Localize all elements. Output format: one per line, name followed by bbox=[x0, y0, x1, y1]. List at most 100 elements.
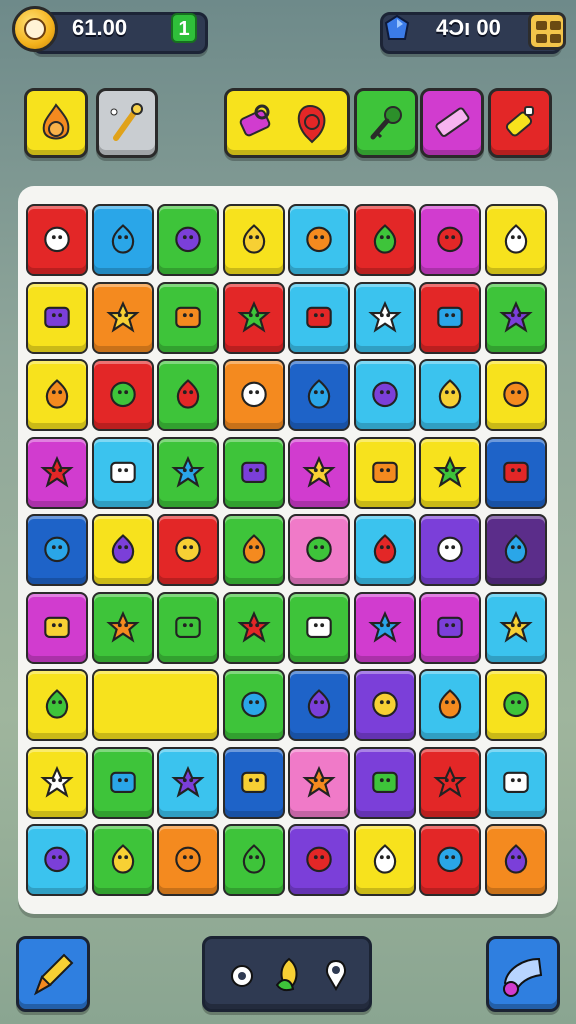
tile[interactable] bbox=[222, 281, 285, 354]
tile[interactable] bbox=[26, 204, 88, 276]
tile[interactable] bbox=[91, 514, 154, 586]
sun-gear-icon bbox=[242, 844, 265, 874]
tile[interactable] bbox=[157, 359, 219, 431]
tile[interactable] bbox=[484, 359, 547, 431]
box-icon bbox=[111, 224, 134, 254]
tool-wand[interactable] bbox=[96, 88, 158, 158]
tile[interactable] bbox=[484, 436, 547, 509]
menu-button[interactable] bbox=[528, 12, 566, 50]
tile[interactable] bbox=[419, 746, 481, 819]
tool-key[interactable] bbox=[354, 88, 418, 158]
tile[interactable] bbox=[157, 746, 219, 819]
tile[interactable] bbox=[484, 591, 547, 664]
game-board bbox=[18, 186, 558, 914]
tile[interactable] bbox=[484, 204, 547, 276]
tile[interactable] bbox=[288, 746, 350, 819]
tool-flame-pot[interactable] bbox=[24, 88, 88, 158]
card-icon bbox=[367, 610, 402, 643]
tile[interactable] bbox=[353, 281, 416, 354]
tile[interactable] bbox=[288, 281, 350, 354]
tile[interactable] bbox=[91, 746, 154, 819]
ghost-icon bbox=[236, 300, 271, 333]
tile[interactable] bbox=[288, 514, 350, 586]
coins-value: 61.00 bbox=[72, 15, 128, 40]
tile[interactable] bbox=[91, 436, 154, 509]
tile[interactable] bbox=[26, 591, 88, 664]
tile[interactable] bbox=[222, 591, 285, 664]
card-icon bbox=[175, 536, 201, 563]
tile[interactable] bbox=[26, 359, 88, 431]
tile[interactable] bbox=[157, 514, 219, 586]
leaf-icon bbox=[45, 379, 69, 409]
pin-icon bbox=[44, 846, 70, 873]
tile[interactable] bbox=[353, 591, 416, 664]
tile[interactable] bbox=[419, 669, 481, 741]
tile[interactable] bbox=[222, 436, 285, 509]
tile[interactable] bbox=[353, 436, 416, 509]
tile[interactable] bbox=[419, 824, 481, 896]
tile[interactable] bbox=[157, 281, 219, 354]
tile[interactable] bbox=[222, 204, 285, 276]
tile[interactable] bbox=[222, 359, 285, 431]
ticket-icon bbox=[371, 461, 398, 483]
tile[interactable] bbox=[288, 204, 350, 276]
horn-button[interactable] bbox=[486, 936, 560, 1012]
tile[interactable] bbox=[157, 436, 219, 509]
hint-pencil-button[interactable] bbox=[16, 936, 90, 1012]
flame-icon bbox=[504, 844, 527, 874]
tile[interactable] bbox=[91, 204, 154, 276]
tile[interactable] bbox=[353, 746, 416, 819]
pen-icon bbox=[371, 771, 398, 793]
calendar-icon bbox=[302, 455, 336, 488]
tile[interactable] bbox=[419, 359, 481, 431]
tile[interactable] bbox=[157, 591, 219, 664]
tile[interactable] bbox=[222, 514, 285, 586]
tile[interactable] bbox=[288, 669, 350, 741]
tool-eraser[interactable] bbox=[420, 88, 484, 158]
tile[interactable] bbox=[222, 669, 285, 741]
tile[interactable] bbox=[222, 746, 285, 819]
tool-key-pair[interactable] bbox=[224, 88, 350, 158]
tile[interactable] bbox=[484, 824, 547, 896]
tile[interactable] bbox=[353, 514, 416, 586]
tile[interactable] bbox=[26, 436, 88, 509]
brush-icon bbox=[437, 616, 463, 638]
tile[interactable] bbox=[419, 436, 481, 509]
tile[interactable] bbox=[26, 824, 88, 896]
tile[interactable] bbox=[419, 204, 481, 276]
heart-icon bbox=[306, 616, 332, 638]
tile[interactable] bbox=[91, 824, 154, 896]
tile[interactable] bbox=[222, 824, 285, 896]
tile[interactable] bbox=[288, 824, 350, 896]
tile[interactable] bbox=[353, 359, 416, 431]
tile[interactable] bbox=[484, 281, 547, 354]
tile[interactable] bbox=[91, 359, 154, 431]
cloud-face-icon bbox=[171, 765, 205, 798]
tile[interactable] bbox=[419, 281, 481, 354]
tile[interactable] bbox=[26, 514, 88, 586]
tile[interactable] bbox=[157, 824, 219, 896]
tile[interactable] bbox=[91, 591, 154, 664]
tile[interactable] bbox=[288, 591, 350, 664]
bulb-icon bbox=[433, 455, 467, 488]
tile[interactable] bbox=[26, 281, 88, 354]
tile[interactable] bbox=[484, 669, 547, 741]
map-pin-icon bbox=[236, 610, 271, 643]
tile[interactable] bbox=[353, 669, 416, 741]
tile[interactable] bbox=[484, 746, 547, 819]
tile[interactable] bbox=[484, 514, 547, 586]
tile[interactable] bbox=[353, 204, 416, 276]
tile[interactable] bbox=[91, 281, 154, 354]
tool-glue[interactable] bbox=[488, 88, 552, 158]
tile[interactable] bbox=[26, 669, 88, 741]
tile[interactable] bbox=[26, 746, 88, 819]
tile[interactable] bbox=[419, 514, 481, 586]
add-coins-button[interactable]: 1 bbox=[171, 13, 197, 43]
tile[interactable] bbox=[288, 436, 350, 509]
tile[interactable] bbox=[353, 824, 416, 896]
tile[interactable] bbox=[288, 359, 350, 431]
knot-icon bbox=[40, 455, 74, 488]
tile[interactable] bbox=[157, 204, 219, 276]
empty-slot-tile[interactable] bbox=[91, 669, 219, 741]
tile[interactable] bbox=[419, 591, 481, 664]
